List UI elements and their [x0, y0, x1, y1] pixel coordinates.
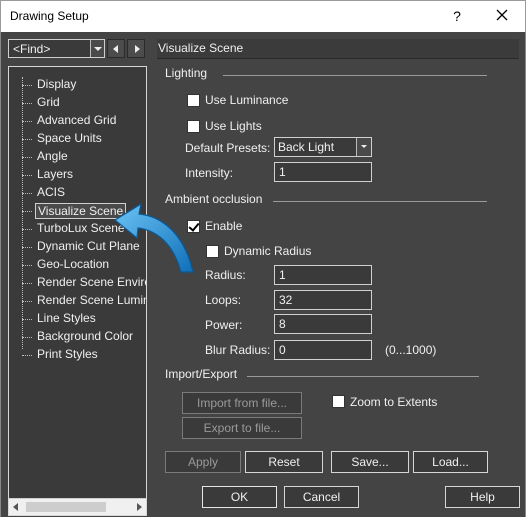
tree-item-label: Grid	[37, 95, 60, 109]
blur-radius-label: Blur Radius:	[205, 343, 271, 357]
find-combo[interactable]: <Find>	[8, 39, 105, 58]
pointer-arrow-icon	[113, 202, 194, 273]
title-bar: Drawing Setup ?	[0, 0, 526, 32]
previous-button[interactable]	[107, 39, 125, 58]
tree-item-label: Background Color	[37, 329, 134, 343]
panel-title: Visualize Scene	[158, 41, 244, 55]
panel-header: Visualize Scene	[157, 39, 519, 59]
help-icon[interactable]: ?	[447, 6, 467, 26]
help-button[interactable]: Help	[445, 486, 520, 508]
intensity-label: Intensity:	[185, 166, 234, 180]
apply-button[interactable]: Apply	[165, 451, 241, 473]
loops-input[interactable]	[274, 290, 372, 310]
tree-connector-dash	[22, 175, 32, 176]
tree-item-label: Display	[37, 77, 77, 91]
scroll-right-icon[interactable]	[137, 503, 142, 511]
use-lights-label: Use Lights	[205, 119, 262, 133]
tree-connector-dash	[22, 85, 32, 86]
tree-item[interactable]: Grid	[22, 94, 146, 112]
tree-item-label: Geo-Location	[37, 257, 110, 271]
tree-item-label: Space Units	[37, 131, 102, 145]
tree-connector-dash	[22, 265, 32, 266]
tree-item-label: Layers	[37, 167, 74, 181]
tree-item-label: ACIS	[37, 185, 66, 199]
intensity-input[interactable]	[274, 162, 372, 182]
ambient-occlusion-divider	[273, 201, 487, 202]
zoom-to-extents-checkbox[interactable]	[332, 395, 345, 408]
chevron-down-icon[interactable]	[90, 40, 104, 57]
power-label: Power:	[205, 318, 243, 332]
tree-connector-dash	[22, 157, 32, 158]
tree-item[interactable]: Display	[22, 76, 146, 94]
find-combo-value: <Find>	[13, 42, 51, 56]
zoom-to-extents-label: Zoom to Extents	[350, 395, 438, 409]
tree-item-label: Line Styles	[37, 311, 96, 325]
default-presets-label: Default Presets:	[185, 141, 271, 155]
enable-label: Enable	[205, 219, 243, 233]
tree-item[interactable]: Print Styles	[22, 346, 146, 364]
window-title: Drawing Setup	[10, 9, 89, 23]
blur-radius-input[interactable]	[274, 340, 372, 360]
default-presets-select[interactable]: Back Light	[274, 137, 372, 157]
tree-connector-dash	[22, 301, 32, 302]
tree-connector-dash	[22, 193, 32, 194]
tree-item[interactable]: Layers	[22, 166, 146, 184]
tree-connector-dash	[22, 319, 32, 320]
tree-connector-dash	[22, 283, 32, 284]
scroll-left-icon[interactable]	[13, 503, 18, 511]
next-button[interactable]	[127, 39, 145, 58]
tree-item-label: Angle	[37, 149, 68, 163]
tree-connector-dash	[22, 103, 32, 104]
export-to-file-button[interactable]: Export to file...	[182, 417, 302, 439]
chevron-down-icon[interactable]	[356, 138, 371, 156]
tree-connector-dash	[22, 211, 32, 212]
lighting-divider	[223, 75, 487, 76]
import-export-group-label: Import/Export	[165, 367, 238, 381]
use-lights-checkbox[interactable]	[187, 120, 200, 133]
tree-item[interactable]: Advanced Grid	[22, 112, 146, 130]
blur-radius-hint: (0...1000)	[385, 343, 437, 357]
dynamic-radius-label: Dynamic Radius	[224, 244, 312, 258]
tree-connector-dash	[22, 229, 32, 230]
tree-item[interactable]: Line Styles	[22, 310, 146, 328]
reset-button[interactable]: Reset	[245, 451, 323, 473]
use-luminance-checkbox[interactable]	[187, 94, 200, 107]
import-export-divider	[247, 376, 479, 377]
tree-item[interactable]: Space Units	[22, 130, 146, 148]
close-icon[interactable]	[490, 5, 514, 27]
tree-connector-dash	[22, 121, 32, 122]
load-button[interactable]: Load...	[413, 451, 488, 473]
horizontal-scrollbar[interactable]	[9, 498, 146, 515]
dialog-body: <Find> Display Grid Advanced Grid Space Uni…	[0, 32, 526, 517]
tree-connector-dash	[22, 139, 32, 140]
use-luminance-label: Use Luminance	[205, 93, 289, 107]
tree-item-label: Print Styles	[37, 347, 98, 361]
save-button[interactable]: Save...	[331, 451, 409, 473]
loops-label: Loops:	[205, 293, 242, 307]
tree-item[interactable]: Angle	[22, 148, 146, 166]
tree-connector-dash	[22, 337, 32, 338]
power-input[interactable]	[274, 314, 372, 334]
tree-item[interactable]: Background Color	[22, 328, 146, 346]
radius-label: Radius:	[205, 268, 246, 282]
lighting-group-label: Lighting	[165, 66, 208, 80]
scrollbar-thumb[interactable]	[26, 502, 106, 512]
ok-button[interactable]: OK	[202, 486, 277, 508]
tree-connector-dash	[22, 247, 32, 248]
tree-connector-dash	[22, 355, 32, 356]
cancel-button[interactable]: Cancel	[284, 486, 359, 508]
default-presets-value: Back Light	[278, 140, 335, 154]
import-from-file-button[interactable]: Import from file...	[182, 392, 302, 414]
tree-item-label: Advanced Grid	[37, 113, 117, 127]
radius-input[interactable]	[274, 265, 372, 285]
